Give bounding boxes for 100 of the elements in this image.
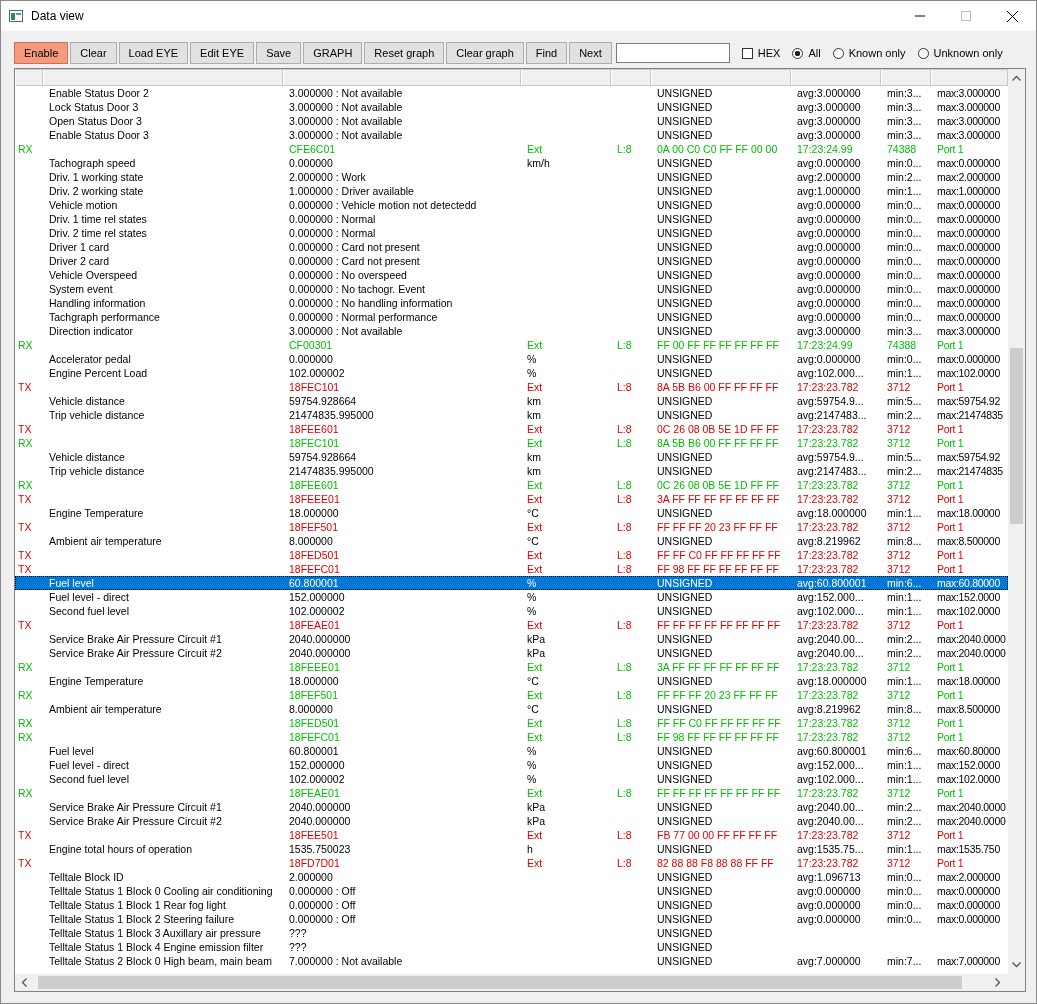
table-row[interactable]: Fuel level 60.800001 % UNSIGNED avg:60.800001 min:6... max:60.80000 <box>15 744 1008 758</box>
table-row[interactable]: TX 18FEE601 Ext L:8 0C 26 08 0B 5E 1D FF FF 17:23:23.782 3712 Port 1 <box>15 422 1008 436</box>
table-row[interactable]: Driver 1 card 0.000000 : Card not present UNSIGNED avg:0.000000 min:0... max:0.000000 <box>15 240 1008 254</box>
toolbar-button[interactable]: Enable <box>14 42 69 64</box>
table-row[interactable]: Vehicle motion 0.000000 : Vehicle motion not detectedd UNSIGNED avg:0.000000 min:0... max:0.000000 <box>15 198 1008 212</box>
type-cell-text: UNSIGNED <box>656 772 714 786</box>
table-row[interactable]: Ambient air temperature 8.000000 °C UNSIGNED avg:8.219962 min:8... max:8.500000 <box>15 534 1008 548</box>
search-field[interactable] <box>615 43 730 63</box>
toolbar-button[interactable]: Clear <box>70 42 117 64</box>
table-row[interactable]: Fuel level 60.800001 % UNSIGNED avg:60.800001 min:6... max:60.80000 <box>15 576 1008 590</box>
toolbar-button[interactable]: Edit EYE <box>190 42 255 64</box>
table-row[interactable]: Second fuel level 102.000002 % UNSIGNED avg:102.000... min:1... max:102.0000 <box>15 772 1008 786</box>
table-row[interactable]: Direction indicator 3.000000 : Not available UNSIGNED avg:3.000000 min:3... max:3.000000 <box>15 324 1008 338</box>
table-row[interactable]: Enable Status Door 3 3.000000 : Not available UNSIGNED avg:3.000000 min:3... max:3.000000 <box>15 128 1008 142</box>
table-row[interactable]: Telltale Status 1 Block 4 Engine emission filter ??? UNSIGNED <box>15 940 1008 954</box>
scroll-down-icon[interactable] <box>1012 962 1021 968</box>
table-row[interactable]: TX 18FEE501 Ext L:8 FB 77 00 00 FF FF FF FF 17:23:23.782 3712 Port 1 <box>15 828 1008 842</box>
radio-button[interactable] <box>917 47 929 59</box>
table-row[interactable]: Telltale Status 2 Block 0 High beam, main beam 7.000000 : Not available UNSIGNED avg:7.000000 min:7... max:7.000000 <box>15 954 1008 968</box>
scroll-up-icon[interactable] <box>1012 75 1021 81</box>
table-row[interactable]: TX 18FEF501 Ext L:8 FF FF FF 20 23 FF FF FF 17:23:23.782 3712 Port 1 <box>15 520 1008 534</box>
radio-button[interactable] <box>792 47 804 59</box>
table-row[interactable]: Fuel level - direct 152.000000 % UNSIGNED avg:152.000... min:1... max:152.0000 <box>15 590 1008 604</box>
frame-id-cell-text: 18FEF501 <box>288 520 340 534</box>
table-row[interactable]: Telltale Block ID 2.000000 UNSIGNED avg:1.096713 min:0... max:2.000000 <box>15 870 1008 884</box>
table-row[interactable]: Driver 2 card 0.000000 : Card not present UNSIGNED avg:0.000000 min:0... max:0.000000 <box>15 254 1008 268</box>
value-cell-text: 102.000002 <box>288 604 346 618</box>
column-header[interactable] <box>651 69 791 86</box>
table-row[interactable]: Trip vehicle distance 21474835.995000 km UNSIGNED avg:2147483... min:2... max:21474835 <box>15 408 1008 422</box>
average-cell: avg:102.000... <box>797 773 864 785</box>
column-header[interactable] <box>881 69 931 86</box>
table-row[interactable]: Accelerator pedal 0.000000 % UNSIGNED avg:0.000000 min:0... max:0.000000 <box>15 352 1008 366</box>
value-cell-text: 0.000000 : No overspeed <box>288 268 408 282</box>
scroll-left-icon[interactable] <box>21 978 27 987</box>
column-header[interactable] <box>43 69 283 86</box>
table-row[interactable]: Driv. 1 time rel states 0.000000 : Normal UNSIGNED avg:0.000000 min:0... max:0.000000 <box>15 212 1008 226</box>
scrollbar-thumb[interactable] <box>38 976 962 989</box>
table-row[interactable]: Engine total hours of operation 1535.750023 h UNSIGNED avg:1535.75... min:1... max:1535.750 <box>15 842 1008 856</box>
toolbar-button[interactable]: Save <box>256 42 302 64</box>
table-row[interactable]: Telltale Status 1 Block 3 Auxillary air pressure ??? UNSIGNED <box>15 926 1008 940</box>
column-header[interactable] <box>611 69 651 86</box>
table-row[interactable]: TX 18FEFC01 Ext L:8 FF 98 FF FF FF FF FF FF 17:23:23.782 3712 Port 1 <box>15 562 1008 576</box>
table-row[interactable]: Handling information 0.000000 : No handling information UNSIGNED avg:0.000000 min:0... max:0.000000 <box>15 296 1008 310</box>
table-row[interactable]: Ambient air temperature 8.000000 °C UNSIGNED avg:8.219962 min:8... max:8.500000 <box>15 702 1008 716</box>
table-row[interactable]: Telltale Status 1 Block 1 Rear fog light 0.000000 : Off UNSIGNED avg:0.000000 min:0... max:0.000000 <box>15 898 1008 912</box>
toolbar-button[interactable]: Next <box>569 42 612 64</box>
table-row[interactable]: Enable Status Door 2 3.000000 : Not available UNSIGNED avg:3.000000 min:3... max:3.000000 <box>15 86 1008 100</box>
table-row[interactable]: TX 18FEEE01 Ext L:8 3A FF FF FF FF FF FF FF 17:23:23.782 3712 Port 1 <box>15 492 1008 506</box>
table-row[interactable]: Service Brake Air Pressure Circuit #2 2040.000000 kPa UNSIGNED avg:2040.00... min:2... max:2040.0000 <box>15 814 1008 828</box>
table-row[interactable]: Telltale Status 1 Block 0 Cooling air conditioning 0.000000 : Off UNSIGNED avg:0.000000 min:0... max:0.000000 <box>15 884 1008 898</box>
column-header[interactable] <box>521 69 611 86</box>
minimum-cell: min:0... <box>887 227 922 239</box>
table-row[interactable]: Telltale Status 1 Block 2 Steering failure 0.000000 : Off UNSIGNED avg:0.000000 min:0... max:0.000000 <box>15 912 1008 926</box>
horizontal-scrollbar[interactable] <box>15 974 1025 991</box>
table-row[interactable]: Driv. 2 working state 1.000000 : Driver available UNSIGNED avg:1.000000 min:1... max:1.000000 <box>15 184 1008 198</box>
value-cell-text: 2.000000 : Work <box>288 170 367 184</box>
table-row[interactable]: Driv. 1 working state 2.000000 : Work UNSIGNED avg:2.000000 min:2... max:2.000000 <box>15 170 1008 184</box>
radio-button[interactable] <box>832 47 844 59</box>
table-row[interactable]: Vehicle Overspeed 0.000000 : No overspeed UNSIGNED avg:0.000000 min:0... max:0.000000 <box>15 268 1008 282</box>
table-row[interactable]: Tachgraph performance 0.000000 : Normal performance UNSIGNED avg:0.000000 min:0... max:0.000000 <box>15 310 1008 324</box>
table-row[interactable]: Driv. 2 time rel states 0.000000 : Normal UNSIGNED avg:0.000000 min:0... max:0.000000 <box>15 226 1008 240</box>
toolbar-button[interactable]: Find <box>525 42 568 64</box>
table-row[interactable]: Open Status Door 3 3.000000 : Not available UNSIGNED avg:3.000000 min:3... max:3.000000 <box>15 114 1008 128</box>
close-icon[interactable] <box>1007 10 1018 22</box>
toolbar-button[interactable]: Reset graph <box>364 42 445 64</box>
table-row[interactable]: Service Brake Air Pressure Circuit #1 2040.000000 kPa UNSIGNED avg:2040.00... min:2... max:2040.0000 <box>15 800 1008 814</box>
scroll-right-icon[interactable] <box>995 978 1001 987</box>
toolbar-button[interactable]: GRAPH <box>303 42 363 64</box>
table-row[interactable]: Fuel level - direct 152.000000 % UNSIGNED avg:152.000... min:1... max:152.0000 <box>15 758 1008 772</box>
hex-checkbox[interactable] <box>741 47 753 59</box>
length-cell-text: L:8 <box>616 856 633 870</box>
table-row[interactable]: TX 18FED501 Ext L:8 FF FF C0 FF FF FF FF FF 17:23:23.782 3712 Port 1 <box>15 548 1008 562</box>
average-cell: avg:3.000000 <box>797 87 861 99</box>
table-row[interactable]: TX 18FD7D01 Ext L:8 82 88 88 F8 88 88 FF FF 17:23:23.782 3712 Port 1 <box>15 856 1008 870</box>
column-header[interactable] <box>791 69 881 86</box>
table-row[interactable]: Service Brake Air Pressure Circuit #2 2040.000000 kPa UNSIGNED avg:2040.00... min:2... max:2040.0000 <box>15 646 1008 660</box>
table-row[interactable]: Vehicle distance 59754.928664 km UNSIGNED avg:59754.9... min:5... max:59754.92 <box>15 394 1008 408</box>
table-row[interactable]: Engine Temperature 18.000000 °C UNSIGNED avg:18.000000 min:1... max:18.00000 <box>15 674 1008 688</box>
minimum-cell: min:3... <box>887 101 922 113</box>
table-row[interactable]: Lock Status Door 3 3.000000 : Not available UNSIGNED avg:3.000000 min:3... max:3.000000 <box>15 100 1008 114</box>
table-row[interactable]: Engine Percent Load 102.000002 % UNSIGNED avg:102.000... min:1... max:102.0000 <box>15 366 1008 380</box>
column-header[interactable] <box>283 69 521 86</box>
table-row[interactable]: Engine Temperature 18.000000 °C UNSIGNED avg:18.000000 min:1... max:18.00000 <box>15 506 1008 520</box>
table-row[interactable]: Service Brake Air Pressure Circuit #1 2040.000000 kPa UNSIGNED avg:2040.00... min:2... max:2040.0000 <box>15 632 1008 646</box>
table-row[interactable]: TX 18FEAE01 Ext L:8 FF FF FF FF FF FF FF FF 17:23:23.782 3712 Port 1 <box>15 618 1008 632</box>
table-row[interactable]: System event 0.000000 : No tachogr. Event UNSIGNED avg:0.000000 min:0... max:0.000000 <box>15 282 1008 296</box>
column-header[interactable] <box>15 69 43 86</box>
maximize-icon[interactable] <box>961 11 971 21</box>
table-row[interactable]: Vehicle distance 59754.928664 km UNSIGNED avg:59754.9... min:5... max:59754.92 <box>15 450 1008 464</box>
toolbar-button[interactable]: Load EYE <box>118 42 189 64</box>
table-row[interactable]: TX 18FEC101 Ext L:8 8A 5B B6 00 FF FF FF FF 17:23:23.782 3712 Port 1 <box>15 380 1008 394</box>
scrollbar-thumb[interactable] <box>1010 348 1023 524</box>
vertical-scrollbar[interactable] <box>1008 69 1025 974</box>
table-row[interactable]: Second fuel level 102.000002 % UNSIGNED avg:102.000... min:1... max:102.0000 <box>15 604 1008 618</box>
table-row[interactable]: Tachograph speed 0.000000 km/h UNSIGNED avg:0.000000 min:0... max:0.000000 <box>15 156 1008 170</box>
minimum-cell: min:0... <box>887 199 922 211</box>
toolbar-button[interactable]: Clear graph <box>446 42 524 64</box>
table-row[interactable]: Trip vehicle distance 21474835.995000 km UNSIGNED avg:2147483... min:2... max:21474835 <box>15 464 1008 478</box>
type-cell-text: UNSIGNED <box>656 534 714 548</box>
signal-name-cell-text: Second fuel level <box>48 604 130 618</box>
